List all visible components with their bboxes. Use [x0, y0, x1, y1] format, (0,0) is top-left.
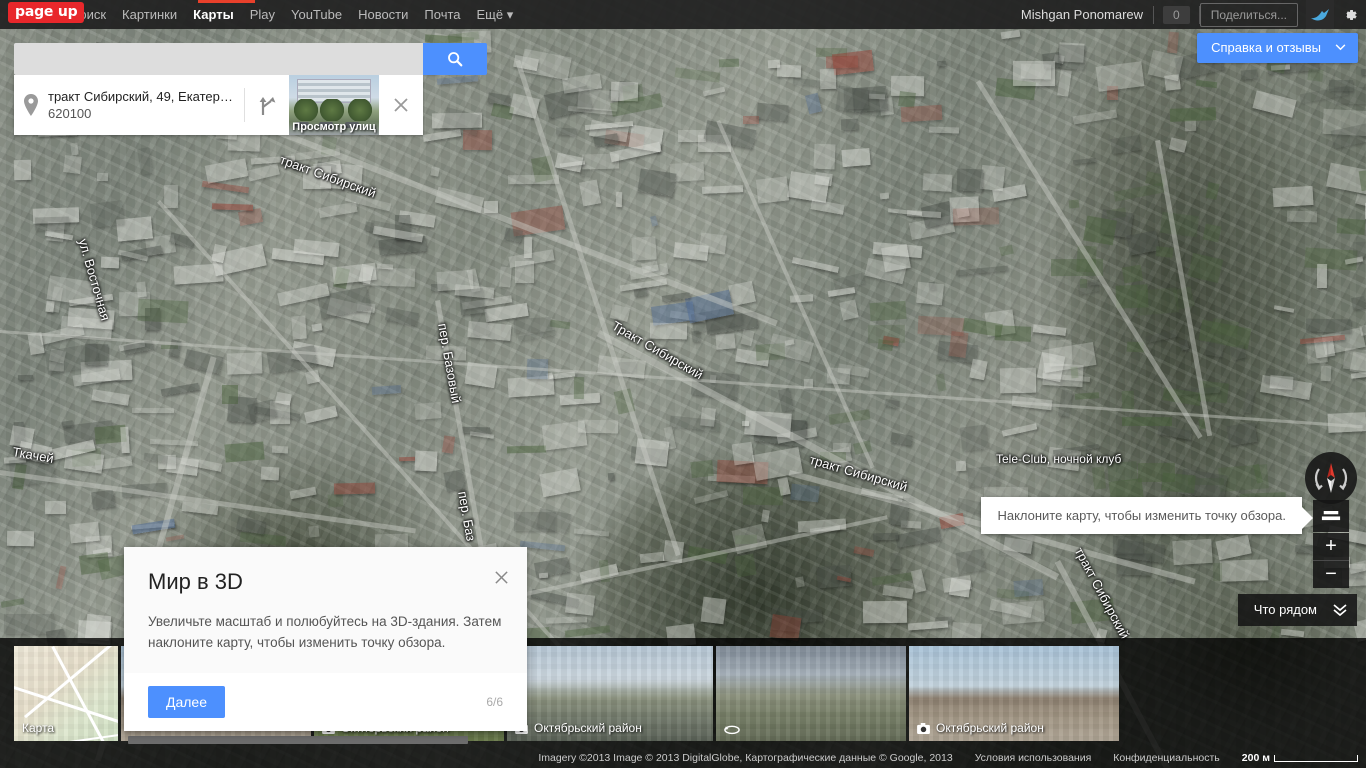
bird-icon[interactable] [1306, 0, 1334, 29]
thumbnail-label: Октябрьский район [534, 721, 642, 735]
address-line-1: тракт Сибирский, 49, Екатер… [48, 89, 233, 104]
scale-indicator: 200 м [1242, 752, 1358, 764]
search-button[interactable] [423, 43, 487, 75]
search-result-card[interactable]: тракт Сибирский, 49, Екатер… 620100 Прос… [14, 75, 423, 135]
chevron-double-down-icon [1333, 603, 1347, 616]
streetview-thumbnail[interactable]: Просмотр улиц [289, 75, 379, 135]
tour-next-button[interactable]: Далее [148, 686, 226, 718]
thumbnail-5[interactable]: Октябрьский район [909, 646, 1119, 741]
nearby-label: Что рядом [1253, 602, 1317, 617]
nav-links: Поиск Картинки Карты Play YouTube Новости Почт… [62, 0, 521, 29]
tour-dialog-text: Увеличьте масштаб и полюбуйтесь на 3D-зд… [148, 614, 502, 650]
tilt-layers-icon [1321, 511, 1341, 521]
thumbnail-scrollbar-thumb[interactable] [128, 736, 468, 744]
privacy-link[interactable]: Конфиденциальность [1113, 752, 1220, 764]
help-and-feedback-button[interactable]: Справка и отзывы [1197, 33, 1358, 63]
terms-link[interactable]: Условия использования [975, 752, 1092, 764]
search-input[interactable] [14, 43, 423, 75]
tour-dialog-footer: Далее 6/6 [124, 673, 527, 731]
nav-link-5[interactable]: Новости [350, 0, 416, 29]
compass-control[interactable] [1305, 452, 1357, 504]
nearby-button[interactable]: Что рядом [1237, 594, 1357, 626]
active-tab-indicator [198, 0, 255, 3]
thumb-tree [319, 99, 345, 121]
zoom-out-button[interactable]: − [1313, 561, 1349, 588]
nav-link-3[interactable]: Play [242, 0, 283, 29]
search-row [14, 43, 487, 75]
scale-label: 200 м [1241, 752, 1270, 764]
tour-dialog-title: Мир в 3D [148, 569, 243, 594]
thumbnail-caption: Карта [22, 721, 54, 735]
directions-fork-icon[interactable] [245, 94, 289, 116]
thumb-tree [293, 99, 319, 121]
scale-bar [1274, 754, 1358, 762]
thumbnail-3[interactable]: Октябрьский район [507, 646, 713, 741]
nav-link-6[interactable]: Почта [416, 0, 468, 29]
tour-step-counter: 6/6 [486, 695, 503, 709]
tilt-hint-text: Наклоните карту, чтобы изменить точку об… [997, 508, 1286, 523]
camera-icon [917, 722, 930, 734]
thumb-tree [347, 99, 373, 121]
nav-link-2[interactable]: Карты [185, 0, 242, 29]
thumbnail-0[interactable]: Карта [14, 646, 118, 741]
thumbnail-4[interactable] [716, 646, 906, 741]
map-attribution: Imagery ©2013 Image © 2013 DigitalGlobe,… [538, 750, 1366, 766]
tour-close-button[interactable] [494, 569, 509, 589]
thumbnail-caption [724, 723, 740, 735]
tour-dialog: Мир в 3D Увеличьте масштаб и полюбуйтесь… [124, 547, 527, 731]
tour-dialog-body: Мир в 3D Увеличьте масштаб и полюбуйтесь… [124, 547, 527, 673]
imagery-attribution: Imagery ©2013 Image © 2013 DigitalGlobe,… [538, 752, 953, 764]
zoom-controls: + − [1313, 533, 1349, 588]
close-icon [394, 98, 408, 112]
close-result-button[interactable] [379, 97, 423, 113]
close-icon [495, 571, 508, 584]
tilt-layers-button[interactable] [1313, 500, 1349, 532]
nav-link-4[interactable]: YouTube [283, 0, 350, 29]
gear-icon[interactable] [1334, 0, 1366, 29]
thumbnail-caption: Октябрьский район [515, 721, 642, 735]
account-area: Mishgan Ponomarew 0 Поделиться... [1011, 0, 1366, 29]
google-maps-app: тракт Сибирский ул. Восточная Ткачей пер. Б… [0, 0, 1366, 768]
google-top-navigation-bar: page up Поиск Картинки Карты Play YouTube Нов… [0, 0, 1366, 29]
thumbnail-texture [716, 646, 906, 741]
nav-link-1[interactable]: Картинки [114, 0, 185, 29]
compass-icon [1314, 463, 1348, 493]
thumbnail-label: Карта [22, 721, 55, 735]
tilt-hint-tooltip: Наклоните карту, чтобы изменить точку об… [981, 497, 1313, 534]
thumbnail-label: Октябрьский район [936, 721, 1044, 735]
notification-badge[interactable]: 0 [1163, 5, 1190, 24]
streetview-icon [724, 725, 740, 735]
help-label: Справка и отзывы [1211, 40, 1321, 55]
zoom-in-button[interactable]: + [1313, 533, 1349, 560]
search-panel: тракт Сибирский, 49, Екатер… 620100 Прос… [14, 43, 487, 135]
divider [1153, 5, 1155, 24]
share-button[interactable]: Поделиться... [1199, 2, 1298, 27]
chevron-down-icon [1335, 44, 1346, 51]
result-address: тракт Сибирский, 49, Екатер… 620100 [48, 88, 244, 122]
account-name[interactable]: Mishgan Ponomarew [1011, 7, 1153, 22]
streetview-label: Просмотр улиц [292, 121, 376, 133]
address-line-2: 620100 [48, 106, 92, 121]
map-pin-icon [14, 94, 48, 116]
search-icon [448, 52, 463, 67]
nav-link-7[interactable]: Ещё ▾ [469, 0, 522, 29]
thumbnail-caption: Октябрьский район [917, 721, 1044, 735]
pageup-logo: page up [8, 2, 85, 23]
